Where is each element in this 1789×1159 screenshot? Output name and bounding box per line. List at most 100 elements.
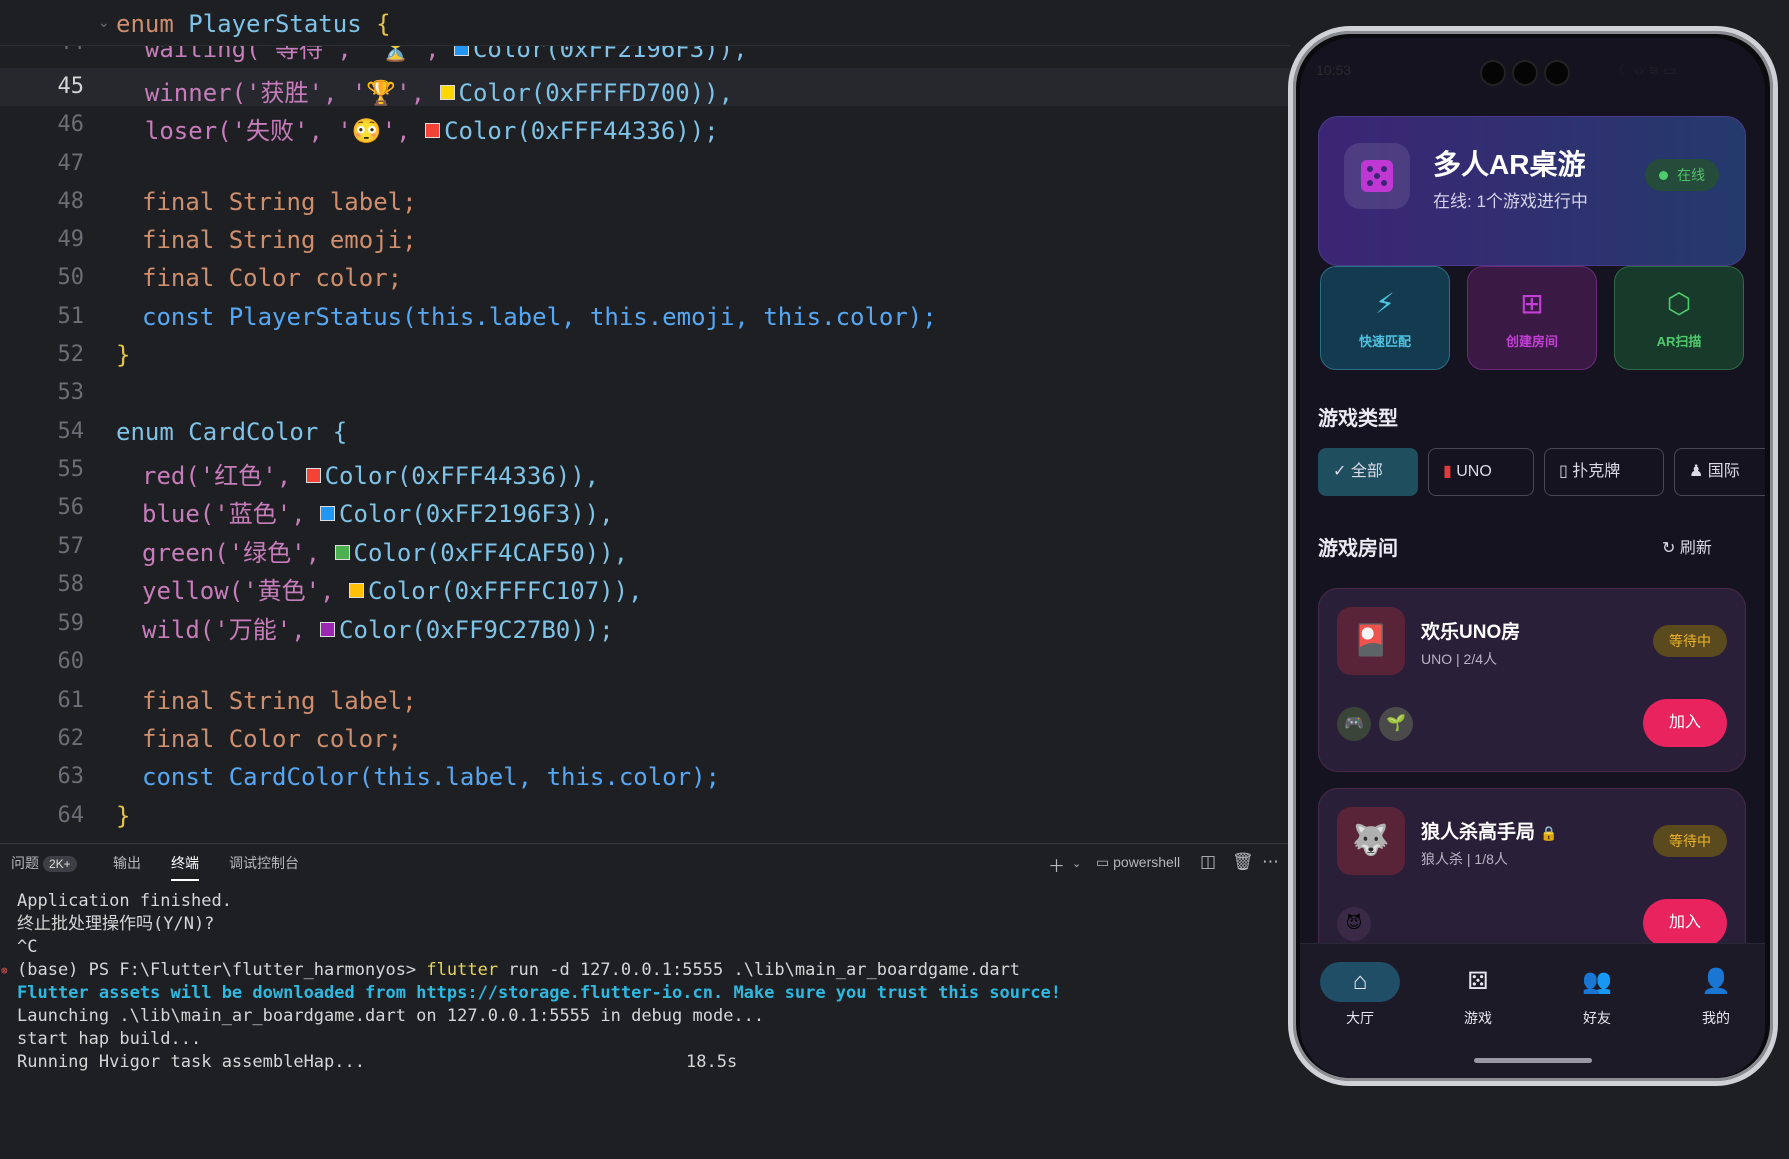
code-line[interactable]: 57 green('绿色', Color(0xFF4CAF50)), [0,528,1290,567]
code-line[interactable]: 63 const CardColor(this.label, this.colo… [0,758,1290,796]
code-line[interactable]: 60 [0,643,1290,681]
code-line[interactable]: 48 final String label; [0,183,1290,221]
tab-terminal[interactable]: 终端 [171,853,199,881]
room-card[interactable]: 🎴 欢乐UNO房 UNO | 2/4人 等待中 🎮 🌱 加入 [1318,588,1746,772]
refresh-button[interactable]: ↻ 刷新 [1662,534,1712,558]
create-room-button[interactable]: ⊞ 创建房间 [1467,266,1597,370]
filter-chip-poker[interactable]: ▯ 扑克牌 [1544,448,1664,496]
code-line[interactable]: 62 final Color color; [0,720,1290,758]
join-room-button[interactable]: 加入 [1643,699,1727,747]
line-number: 52 [57,342,85,367]
code-line[interactable]: 50 final Color color; [0,259,1290,297]
card-icon: 🎴 [1337,607,1405,675]
code-line[interactable]: 54 enum CardColor { [0,413,1290,451]
refresh-icon: ↻ [1662,540,1680,557]
code-text: final String emoji; [142,226,417,254]
code-text: red('红色', Color(0xFFF44336)), [142,462,600,490]
room-name: 欢乐UNO房 [1421,622,1521,643]
code-line[interactable]: 58 yellow('黄色', Color(0xFFFFC107)), [0,566,1290,605]
plus-box-icon: ⊞ [1520,288,1544,319]
filter-chip-uno[interactable]: ▮ UNO [1428,448,1534,496]
person-icon: 👤 [1701,968,1731,995]
home-indicator[interactable] [1474,1058,1592,1063]
join-room-button[interactable]: 加入 [1643,899,1727,947]
code-line[interactable]: 56 blue('蓝色', Color(0xFF2196F3)), [0,489,1290,528]
code-line[interactable]: 52 } [0,336,1290,374]
trash-icon[interactable]: 🗑 [1232,852,1254,872]
nav-item-lobby[interactable]: ⌂ 大厅 [1320,962,1400,1028]
code-line[interactable]: 51 const PlayerStatus(this.label, this.e… [0,298,1290,336]
terminal-line: Flutter assets will be downloaded from h… [17,983,1061,1003]
ar-scan-button[interactable]: ⬡ AR扫描 [1614,266,1744,370]
nav-item-me[interactable]: 👤 我的 [1676,962,1756,1028]
code-text: final Color color; [142,264,403,292]
line-number: 51 [57,304,85,329]
line-number: 64 [57,803,85,828]
player-avatar: 😈 [1337,907,1371,941]
line-number: 62 [57,726,85,751]
nav-item-games[interactable]: ⚄ 游戏 [1438,962,1518,1028]
room-status-badge: 等待中 [1653,625,1727,657]
sticky-scroll-header[interactable]: ⌄ enum PlayerStatus { [0,0,1290,46]
filter-chip-all[interactable]: ✓ 全部 [1318,448,1418,496]
new-terminal-icon[interactable]: ＋ [1048,852,1065,877]
fold-chevron-icon[interactable]: ⌄ [98,14,110,31]
line-number: 48 [57,189,85,214]
dice-icon: ⚄ [1467,968,1489,995]
line-number: 57 [57,534,85,559]
code-line[interactable]: 55 red('红色', Color(0xFFF44336)), [0,451,1290,490]
online-status-text: 在线: 1个游戏进行中 [1433,192,1588,211]
terminal-line: ^C [17,937,38,957]
friends-icon: 👥 [1582,968,1612,995]
phone-screen[interactable]: 10:53 ☾ ‹› ≋ ▭ 多人AR桌游 在线: 1个游戏进行中 在线 ⚡ 快… [1300,38,1765,1078]
terminal-dropdown-chevron-icon[interactable]: ⌄ [1072,857,1081,870]
panel-tabs: 问题 2K+ 输出 终端 调试控制台 ＋ ⌄ ▭ powershell ◫ 🗑 ⋯ [0,844,1290,884]
code-line-active[interactable]: 45 winner('获胜', '🏆', Color(0xFFFFD700)), [0,68,1290,107]
line-number: 47 [57,151,85,176]
line-number: 59 [57,611,85,636]
code-line[interactable]: 46 loser('失败', '😳', Color(0xFFF44336)); [0,106,1290,145]
tab-problems[interactable]: 问题 2K+ [11,853,77,873]
code-text: final String label; [142,188,417,216]
code-text: final String label; [142,687,417,715]
code-line[interactable]: 64 } [0,797,1290,835]
line-number: 45 [57,74,85,99]
line-number: 49 [57,227,85,252]
terminal-line: 终止批处理操作吗(Y/N)? [17,914,215,934]
code-line[interactable]: 61 final String label; [0,682,1290,720]
more-actions-icon[interactable]: ⋯ [1262,852,1279,872]
app-title: 多人AR桌游 [1433,149,1586,180]
sticky-header-text: enum PlayerStatus { [116,10,391,38]
player-avatar: 🌱 [1379,707,1413,741]
code-text: yellow('黄色', Color(0xFFFFC107)), [142,577,643,605]
game-rooms-title: 游戏房间 [1318,538,1398,560]
code-text: const PlayerStatus(this.label, this.emoj… [142,303,937,331]
wolf-icon: 🐺 [1337,807,1405,875]
room-meta: 狼人杀 | 1/8人 [1421,851,1508,867]
code-line[interactable]: 49 final String emoji; [0,221,1290,259]
line-number: 53 [57,380,85,405]
terminal-line: start hap build... [17,1029,202,1049]
line-number: 46 [57,112,85,137]
nav-item-friends[interactable]: 👥 好友 [1557,962,1637,1028]
error-circle-icon: ⊗ [1,964,8,977]
status-time: 10:53 [1316,62,1352,78]
split-terminal-icon[interactable]: ◫ [1200,852,1216,872]
terminal-shell-selector[interactable]: ▭ powershell [1096,854,1180,871]
code-line[interactable]: 59 wild('万能', Color(0xFF9C27B0)); [0,605,1290,644]
status-icons: ☾ ‹› ≋ ▭ [1618,62,1677,78]
code-line[interactable]: 53 [0,374,1290,412]
line-number: 60 [57,649,85,674]
filter-chip-chess[interactable]: ♟ 国际 [1674,448,1765,496]
card-icon: ▮ [1443,463,1457,480]
ar-cube-icon: ⬡ [1666,288,1692,319]
quick-match-button[interactable]: ⚡ 快速匹配 [1320,266,1450,370]
code-editor[interactable]: ⌄ enum PlayerStatus { 44 waiting('等待', '… [0,0,1290,843]
chess-icon: ♟ [1689,463,1708,480]
tab-output[interactable]: 输出 [113,853,141,873]
code-text: winner('获胜', '🏆', Color(0xFFFFD700)), [144,79,734,107]
terminal-line: Application finished. [17,891,232,911]
terminal-output[interactable]: Application finished. 终止批处理操作吗(Y/N)? ^C … [0,891,1290,1159]
code-line[interactable]: 47 [0,145,1290,183]
tab-debug-console[interactable]: 调试控制台 [229,853,299,873]
